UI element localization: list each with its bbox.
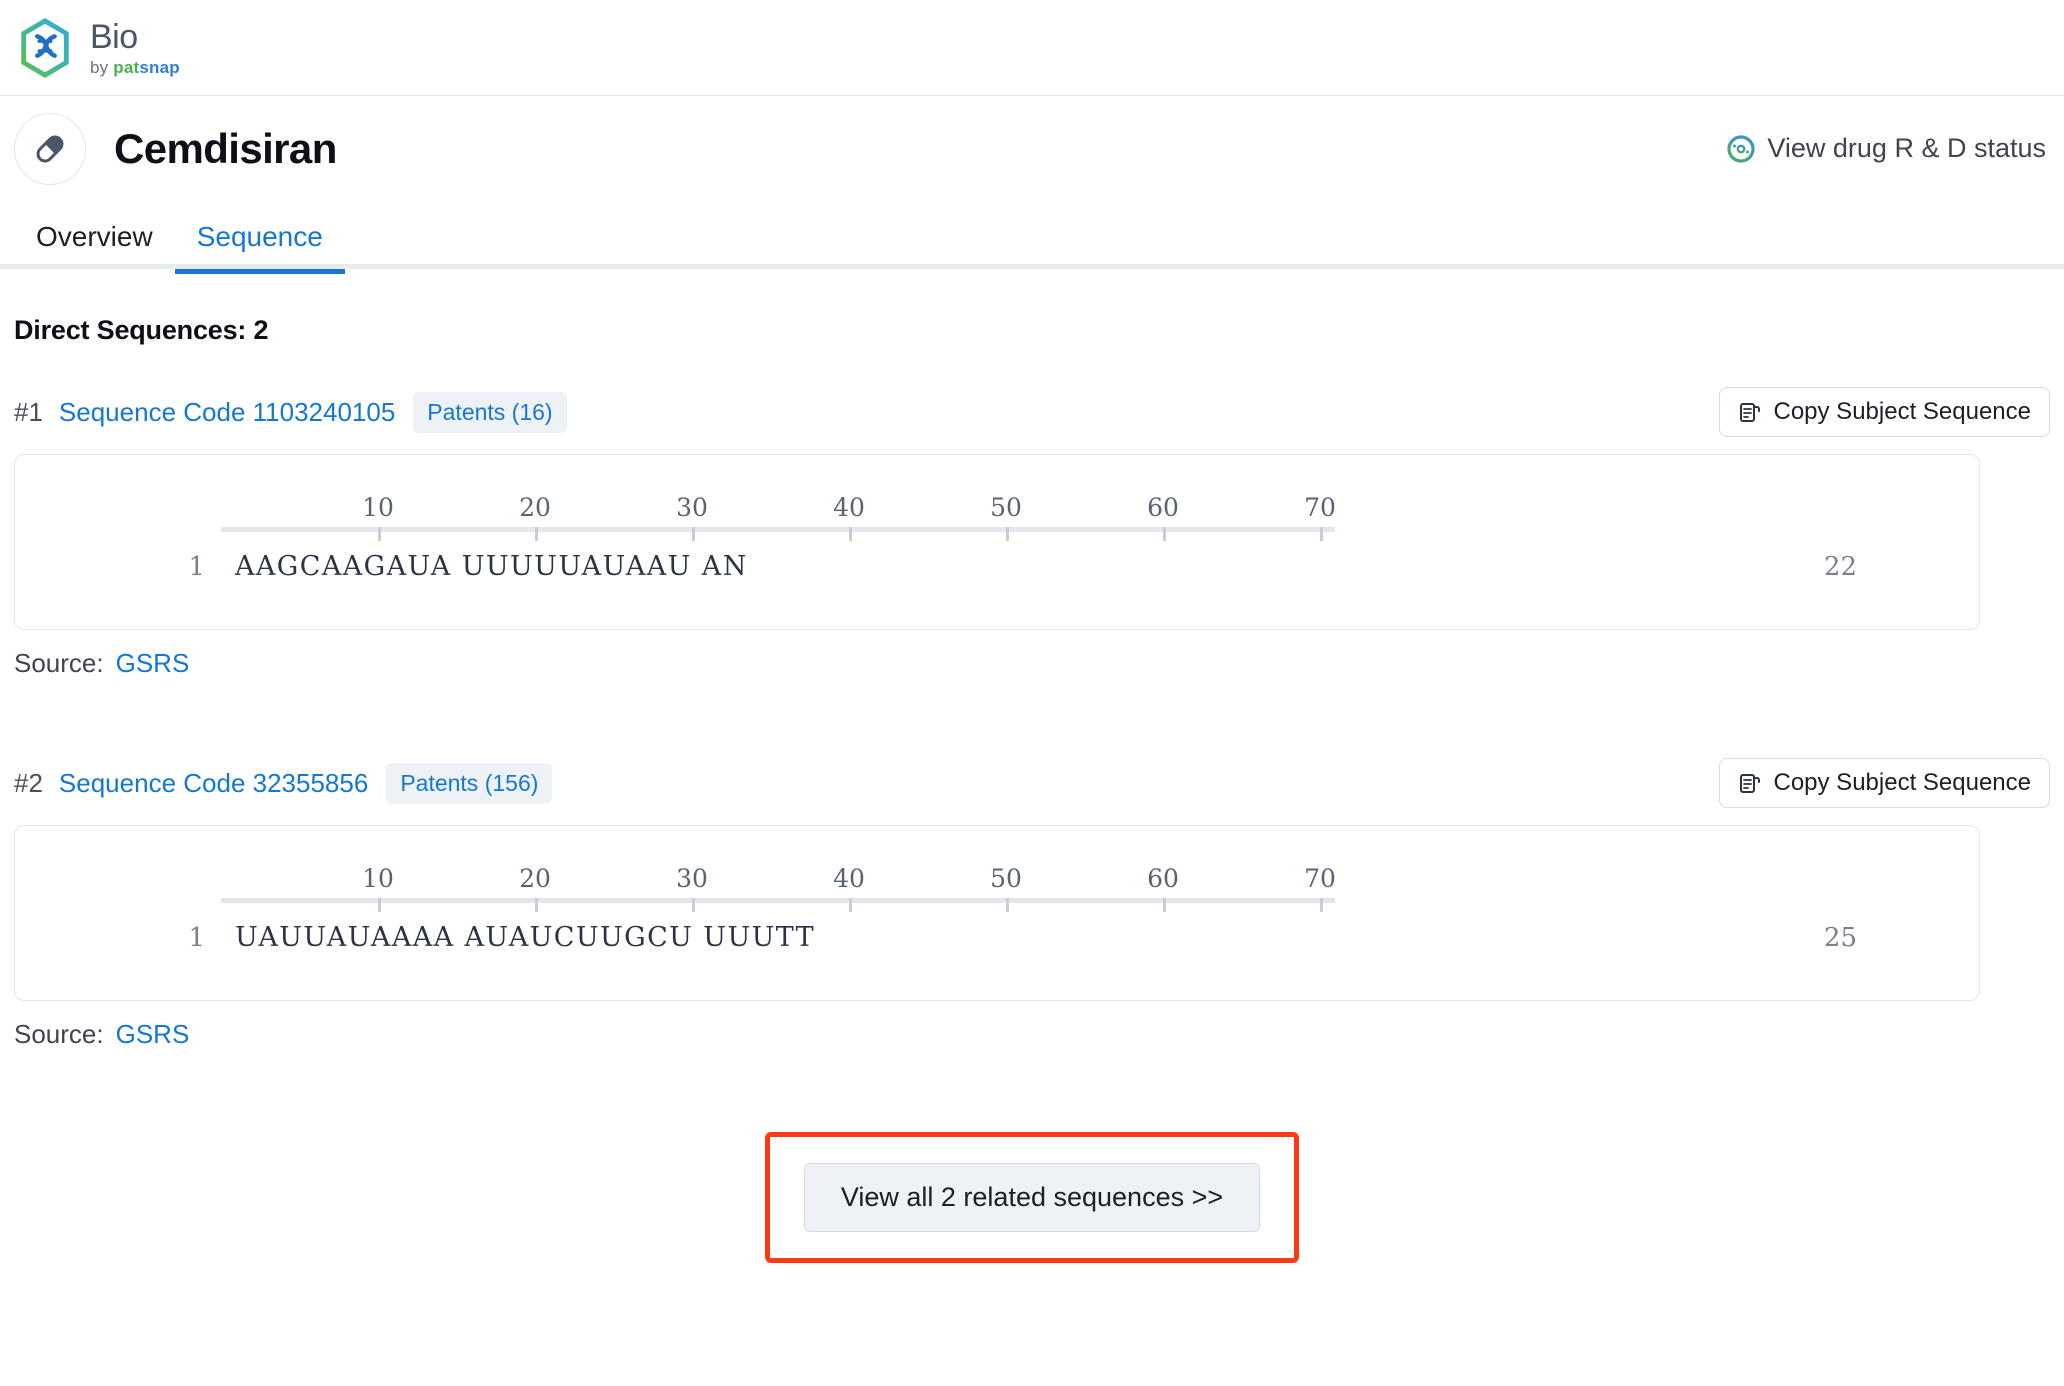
ruler-label: 70 — [1304, 864, 1336, 893]
ruler-label: 40 — [833, 864, 865, 893]
ruler-label: 50 — [990, 493, 1022, 522]
copy-subject-sequence-label-2: Copy Subject Sequence — [1773, 769, 2031, 796]
ruler-tick — [849, 898, 852, 912]
ruler-tick — [378, 898, 381, 912]
brand-title: Bio — [90, 17, 138, 56]
ruler-tick — [535, 898, 538, 912]
brand-subtitle: by patsnap — [90, 59, 180, 76]
sequence-index-2: #2 — [14, 767, 43, 798]
ruler-label: 30 — [676, 864, 708, 893]
sequence-panel-1: 10 20 30 40 50 60 70 1 AAGCAAGAUA UUUUUA… — [14, 454, 1980, 630]
sequence-end-position-1: 22 — [1823, 551, 1857, 582]
ruler-line — [221, 898, 1335, 903]
ruler-label: 20 — [519, 493, 551, 522]
ruler-tick — [692, 898, 695, 912]
ruler-tick — [692, 527, 695, 541]
sequence-start-position-2: 1 — [188, 922, 205, 953]
sequence-ruler-1: 10 20 30 40 50 60 70 — [221, 493, 1336, 541]
source-link-2[interactable]: GSRS — [116, 1019, 190, 1049]
sequence-bases-1: AAGCAAGAUA UUUUUAUAAU AN — [235, 551, 748, 582]
brand-bar: Bio by patsnap — [0, 0, 2064, 96]
ruler-tick — [378, 527, 381, 541]
rd-status-icon — [1725, 133, 1757, 165]
sequence-bases-2: UAUUAUAAAA AUAUCUUGCU UUUTT — [235, 922, 816, 953]
view-drug-rd-status-link[interactable]: View drug R & D status — [1725, 133, 2046, 165]
ruler-label: 40 — [833, 493, 865, 522]
sequence-end-position-2: 25 — [1823, 922, 1857, 953]
sequence-ruler-2: 10 20 30 40 50 60 70 — [221, 864, 1336, 912]
ruler-label: 10 — [362, 864, 394, 893]
sequence-line-2: 1 UAUUAUAAAA AUAUCUUGCU UUUTT 25 — [15, 922, 1979, 953]
view-drug-rd-status-label: View drug R & D status — [1767, 133, 2046, 163]
ruler-line — [221, 527, 1335, 532]
ruler-tick — [535, 527, 538, 541]
sequence-line-1: 1 AAGCAAGAUA UUUUUAUAAU AN 22 — [15, 551, 1979, 582]
sequence-header-2: #2 Sequence Code 32355856 Patents (156) … — [14, 757, 2050, 809]
sequence-block-2: #2 Sequence Code 32355856 Patents (156) … — [14, 757, 2050, 1050]
copy-subject-sequence-label-1: Copy Subject Sequence — [1773, 398, 2031, 425]
brand-pat: pat — [113, 57, 140, 77]
sequence-header-1: #1 Sequence Code 1103240105 Patents (16)… — [14, 386, 2050, 438]
capsule-icon — [14, 112, 86, 185]
page-title: Cemdisiran — [114, 124, 337, 172]
tab-bar: Overview Sequence — [0, 201, 2064, 274]
ruler-tick — [1320, 898, 1323, 912]
sequence-start-position-1: 1 — [188, 551, 205, 582]
tab-sequence[interactable]: Sequence — [174, 221, 345, 274]
copy-subject-sequence-button-1[interactable]: Copy Subject Sequence — [1719, 387, 2050, 437]
patents-chip-2[interactable]: Patents (156) — [386, 762, 553, 804]
ruler-label: 30 — [676, 493, 708, 522]
ruler-tick — [1163, 898, 1166, 912]
ruler-label: 60 — [1147, 864, 1179, 893]
ruler-tick — [1006, 527, 1009, 541]
ruler-tick — [1320, 527, 1323, 541]
ruler-label: 10 — [362, 493, 394, 522]
section-title: Direct Sequences: 2 — [14, 315, 269, 345]
ruler-label: 50 — [990, 864, 1022, 893]
source-label-2: Source: — [14, 1019, 104, 1049]
sequence-code-link-2[interactable]: Sequence Code 32355856 — [59, 768, 368, 799]
main-content: Direct Sequences: 2 #1 Sequence Code 110… — [0, 315, 2064, 1263]
sequence-index-1: #1 — [14, 396, 43, 427]
copy-icon — [1738, 771, 1762, 795]
ruler-label: 70 — [1304, 493, 1336, 522]
tab-overview[interactable]: Overview — [14, 221, 175, 269]
ruler-tick — [849, 527, 852, 541]
ruler-tick — [1006, 898, 1009, 912]
ruler-label: 60 — [1147, 493, 1179, 522]
brand-text: Bio by patsnap — [90, 20, 180, 76]
source-row-2: Source: GSRS — [14, 1019, 2050, 1050]
copy-icon — [1738, 400, 1762, 424]
sequence-block-1: #1 Sequence Code 1103240105 Patents (16)… — [14, 386, 2050, 679]
drug-header: Cemdisiran View drug R & D status — [0, 96, 2064, 201]
source-row-1: Source: GSRS — [14, 648, 2050, 679]
source-label-1: Source: — [14, 648, 104, 678]
sequence-code-link-1[interactable]: Sequence Code 1103240105 — [59, 397, 395, 428]
ruler-label: 20 — [519, 864, 551, 893]
footer-actions: View all 2 related sequences >> — [14, 1132, 2050, 1263]
highlight-annotation: View all 2 related sequences >> — [764, 1132, 1300, 1263]
brand-snap: snap — [139, 57, 180, 77]
sequence-panel-2: 10 20 30 40 50 60 70 1 UAUUAUAAAA AUAUCU… — [14, 825, 1980, 1001]
dna-hexagon-logo-icon — [14, 17, 76, 79]
patents-chip-1[interactable]: Patents (16) — [413, 391, 567, 433]
copy-subject-sequence-button-2[interactable]: Copy Subject Sequence — [1719, 758, 2050, 808]
brand-by: by — [90, 57, 114, 77]
view-all-related-sequences-button[interactable]: View all 2 related sequences >> — [803, 1163, 1261, 1232]
source-link-1[interactable]: GSRS — [116, 648, 190, 678]
ruler-tick — [1163, 527, 1166, 541]
